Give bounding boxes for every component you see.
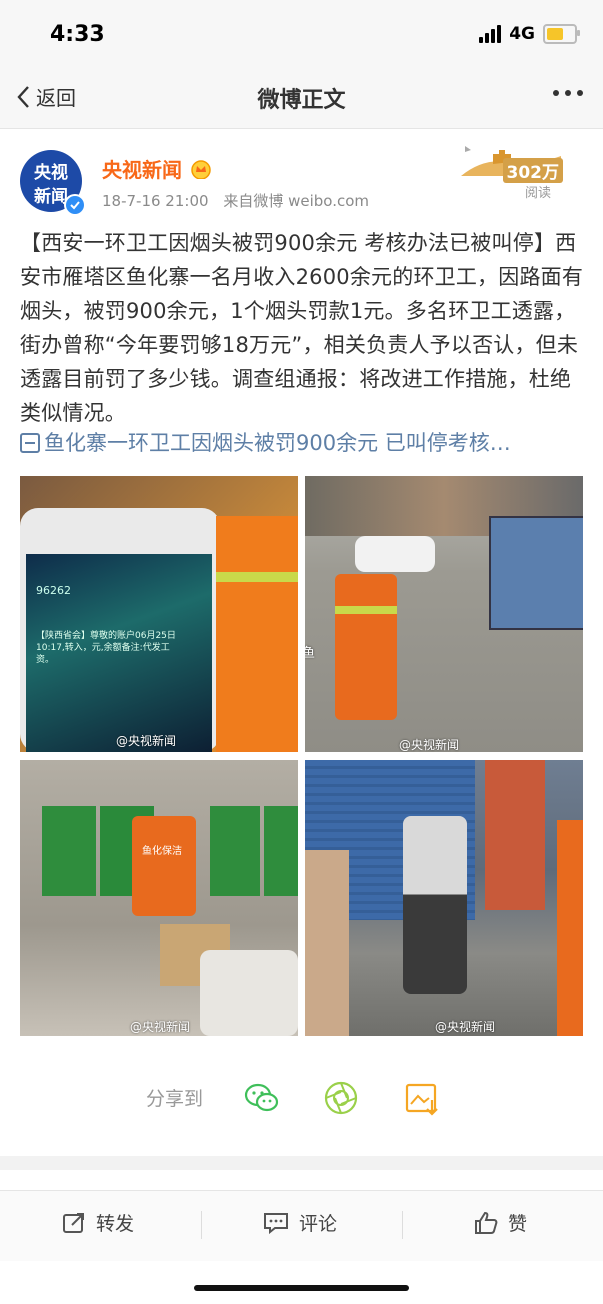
network-type: 4G [509, 24, 535, 44]
man-figure [403, 816, 467, 994]
worker-vest [216, 516, 298, 752]
comment-label: 评论 [299, 1213, 338, 1235]
views-count: 302万 [502, 158, 563, 183]
more-options-button[interactable] [553, 90, 583, 96]
author-name-text: 央视新闻 [102, 158, 182, 182]
right-worker [557, 820, 583, 1036]
shop-door [485, 760, 545, 910]
vest-stripe [335, 606, 397, 614]
vest-stripe [216, 572, 298, 582]
white-car [355, 536, 435, 572]
section-divider [0, 1156, 603, 1170]
like-label: 赞 [508, 1213, 528, 1235]
post-photo-3[interactable]: 鱼化保洁 @央视新闻 [20, 760, 298, 1036]
avatar-text-1: 央视 [34, 163, 68, 183]
green-bin-1 [42, 806, 96, 896]
status-indicators: 4G [479, 24, 580, 44]
vest-text: 鱼化保洁 [142, 846, 182, 857]
member-crown-icon [191, 159, 211, 179]
green-bin-4 [264, 806, 298, 896]
battery-icon [543, 24, 580, 44]
seated-worker [132, 816, 196, 916]
post-source: 来自微博 weibo.com [223, 192, 369, 210]
trash-pile [200, 950, 298, 1036]
like-button[interactable]: 赞 [474, 1209, 527, 1236]
article-link[interactable]: 鱼化寨一环卫工因烟头被罚900余元 已叫停考核… [20, 426, 585, 460]
moments-icon[interactable] [321, 1078, 361, 1118]
left-person [305, 850, 349, 1036]
photo-watermark-2: @央视新闻 [399, 738, 460, 752]
comment-button[interactable]: 评论 [263, 1209, 337, 1236]
post-photo-2[interactable]: @不洗澡的鱼 @央视新闻 [305, 476, 583, 752]
wechat-icon[interactable] [242, 1078, 282, 1118]
post-meta: 18-7-16 21:00 来自微博 weibo.com [102, 190, 369, 211]
save-image-icon[interactable] [402, 1078, 442, 1118]
worker-figure [335, 574, 397, 720]
author-name[interactable]: 央视新闻 [102, 154, 212, 183]
nav-bar: 返回 微博正文 [0, 70, 603, 129]
repost-button[interactable]: 转发 [62, 1209, 134, 1236]
repost-label: 转发 [96, 1213, 135, 1235]
page-title: 微博正文 [257, 88, 346, 113]
photo-watermark-4: @央视新闻 [435, 1020, 496, 1034]
share-row: 分享到 [0, 1070, 603, 1130]
article-link-icon [20, 433, 40, 453]
action-separator [402, 1211, 403, 1239]
phone-text-2: 【陕西省会】尊敬的账户06月25日10:17,转入，元,余额备注:代发工资。 [36, 631, 176, 665]
signal-icon [479, 25, 502, 43]
repost-icon [63, 1212, 84, 1233]
post-timestamp: 18-7-16 21:00 [102, 192, 209, 210]
green-bin-3 [210, 806, 260, 896]
photo-watermark-1: @央视新闻 [116, 734, 177, 748]
comment-icon [264, 1212, 288, 1234]
views-badge: 302万 阅读 [453, 136, 563, 201]
post-body: 【西安一环卫工因烟头被罚900余元 考核办法已被叫停】西安市雁塔区鱼化寨一名月收… [20, 231, 584, 425]
tuk-tuk [489, 516, 583, 630]
action-separator [201, 1211, 202, 1239]
share-label: 分享到 [146, 1088, 204, 1110]
post-header: 央视 新闻 央视新闻 18-7-16 21:00 来自微博 weibo.com … [0, 128, 603, 218]
verified-badge-icon [64, 194, 86, 216]
post-photo-4[interactable]: @央视新闻 [305, 760, 583, 1036]
bottom-action-bar: 转发 评论 赞 [0, 1190, 603, 1261]
home-indicator [194, 1285, 409, 1291]
article-link-text: 鱼化寨一环卫工因烟头被罚900余元 已叫停考核… [44, 431, 511, 455]
views-label: 阅读 [524, 186, 551, 201]
thumbs-up-icon [475, 1211, 498, 1234]
post-photo-1[interactable]: 96262 【陕西省会】尊敬的账户06月25日10:17,转入，元,余额备注:代… [20, 476, 298, 752]
photo-watermark-3: @央视新闻 [130, 1020, 191, 1034]
phone-text-1: 96262 [36, 584, 71, 597]
photo-watermark-extra: @不洗澡的鱼 [305, 646, 316, 661]
status-time: 4:33 [50, 22, 105, 47]
status-bar: 4:33 4G [0, 0, 603, 70]
